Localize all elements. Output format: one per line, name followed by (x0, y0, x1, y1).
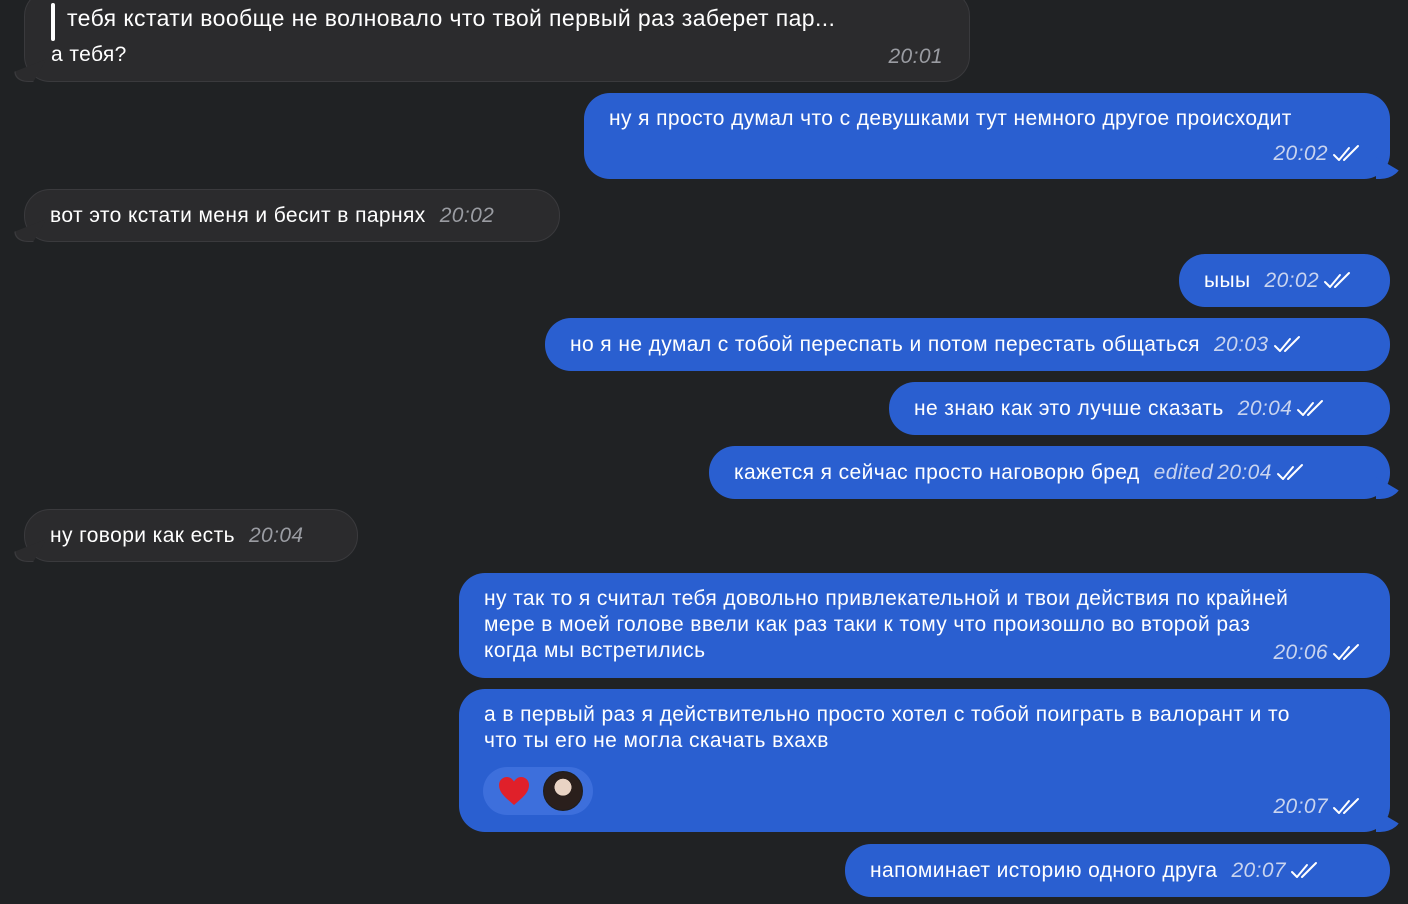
message-time: 20:04 (1237, 396, 1293, 420)
message-text: ну я просто думал что с девушками тут не… (609, 107, 1292, 130)
message-line: когда мы встретились (484, 639, 706, 662)
reply-quote-bar (51, 3, 55, 41)
message-text: не знаю как это лучше сказать (914, 396, 1224, 420)
message-time: 20:03 (1213, 332, 1269, 356)
message-outgoing[interactable]: кажется я сейчас просто наговорю бред ed… (709, 446, 1390, 499)
reaction-badge[interactable] (483, 767, 593, 815)
message-text: ну так то я считал тебя довольно привлек… (484, 586, 1288, 664)
reply-preview-text[interactable]: тебя кстати вообще не волновало что твой… (67, 5, 835, 31)
double-check-icon (1333, 798, 1359, 814)
message-line: мере в моей голове ввели как раз таки к … (484, 613, 1251, 636)
message-incoming[interactable]: тебя кстати вообще не волновало что твой… (24, 0, 970, 82)
message-line: что ты его не могла скачать вхахв (484, 729, 829, 752)
double-check-icon (1273, 335, 1300, 352)
message-text: но я не думал с тобой переспать и потом … (570, 332, 1200, 356)
message-time: 20:04 (248, 523, 304, 547)
message-incoming[interactable]: вот это кстати меня и бесит в парнях 20:… (24, 189, 560, 242)
message-outgoing[interactable]: ыыы 20:02 (1179, 254, 1390, 307)
message-text: вот это кстати меня и бесит в парнях (50, 203, 426, 227)
message-time: 20:06 (1273, 641, 1328, 664)
message-text: кажется я сейчас просто наговорю бред (734, 460, 1140, 484)
message-meta: 20:02 (1264, 268, 1353, 294)
message-time: 20:01 (888, 45, 943, 68)
message-meta: 20:02 (1273, 141, 1362, 167)
message-time: 20:04 (1217, 460, 1272, 484)
message-meta: 20:06 (1273, 640, 1362, 666)
heart-icon (499, 777, 529, 805)
message-text: напоминает историю одного друга (870, 858, 1218, 882)
edited-label: edited (1153, 460, 1214, 484)
message-text: ыыы (1204, 268, 1251, 292)
message-meta: 20:03 (1214, 332, 1303, 358)
message-time: 20:02 (1273, 142, 1328, 165)
chat-history[interactable]: тебя кстати вообще не волновало что твой… (0, 0, 1408, 904)
double-check-icon (1324, 271, 1351, 288)
message-meta: 20:04 (1238, 396, 1327, 422)
message-time: 20:07 (1231, 858, 1286, 882)
message-text: а в первый раз я действительно просто хо… (484, 702, 1290, 754)
message-outgoing[interactable]: но я не думал с тобой переспать и потом … (545, 318, 1390, 371)
message-incoming[interactable]: ну говори как есть 20:04 (24, 509, 358, 562)
double-check-icon (1333, 145, 1359, 161)
message-outgoing[interactable]: напоминает историю одного друга 20:07 (845, 844, 1390, 897)
double-check-icon (1291, 861, 1317, 878)
message-line: ну так то я считал тебя довольно привлек… (484, 587, 1289, 610)
message-meta: 20:07 (1231, 858, 1320, 884)
message-line: а в первый раз я действительно просто хо… (484, 703, 1290, 726)
message-meta: 20:07 (1273, 794, 1362, 820)
message-time: 20:02 (439, 203, 495, 227)
message-outgoing[interactable]: ну я просто думал что с девушками тут не… (584, 93, 1390, 179)
message-text: ну говори как есть (50, 523, 235, 547)
message-time: 20:07 (1273, 795, 1328, 818)
avatar (543, 771, 583, 811)
message-outgoing[interactable]: не знаю как это лучше сказать 20:04 (889, 382, 1390, 435)
message-time: 20:02 (1264, 268, 1320, 292)
message-text: а тебя? (51, 43, 127, 66)
message-outgoing[interactable]: а в первый раз я действительно просто хо… (459, 689, 1390, 832)
message-meta: edited 20:04 (1154, 460, 1306, 486)
message-outgoing[interactable]: ну так то я считал тебя довольно привлек… (459, 573, 1390, 678)
double-check-icon (1276, 463, 1303, 480)
double-check-icon (1297, 399, 1324, 416)
double-check-icon (1333, 644, 1359, 660)
